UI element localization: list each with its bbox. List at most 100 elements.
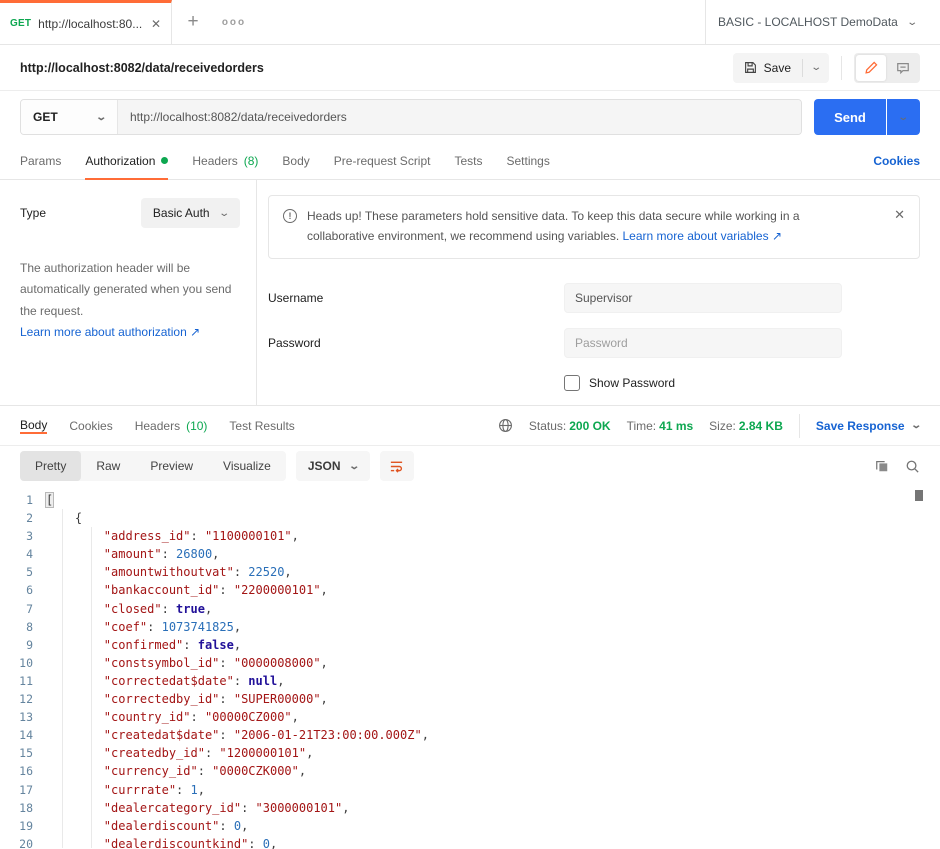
code-line: 1[ — [0, 491, 940, 509]
size-badge: Size:2.84 KB — [709, 419, 783, 433]
alert-icon: ! — [283, 209, 297, 223]
format-dropdown[interactable]: JSON ⌄ — [296, 451, 370, 481]
tab-label: Params — [20, 154, 61, 168]
view-tab-raw[interactable]: Raw — [81, 451, 135, 481]
code-content: "closed": true, — [46, 600, 212, 618]
auth-type-column: Type Basic Auth ⌄ The authorization head… — [0, 180, 257, 405]
code-content: "bankaccount_id": "2200000101", — [46, 581, 328, 599]
line-number: 7 — [0, 600, 46, 618]
tab-pre-request-script[interactable]: Pre-request Script — [334, 143, 431, 179]
size-value: 2.84 KB — [739, 419, 783, 433]
code-content: "confirmed": false, — [46, 636, 241, 654]
edit-button[interactable] — [856, 55, 886, 81]
code-line: 15 "createdby_id": "1200000101", — [0, 744, 940, 762]
code-content: "correctedat$date": null, — [46, 672, 284, 690]
close-icon[interactable]: ✕ — [151, 17, 161, 31]
network-globe-icon[interactable] — [498, 418, 513, 433]
response-tab-body[interactable]: Body — [20, 418, 47, 434]
line-number: 20 — [0, 835, 46, 849]
send-options-button[interactable]: ⌄ — [887, 99, 920, 135]
view-tab-visualize[interactable]: Visualize — [208, 451, 286, 481]
search-icon[interactable] — [905, 459, 920, 474]
copy-icon[interactable] — [875, 459, 889, 473]
code-line: 19 "dealerdiscount": 0, — [0, 817, 940, 835]
line-number: 16 — [0, 762, 46, 780]
tab-params[interactable]: Params — [20, 143, 61, 179]
tab-headers[interactable]: Headers(8) — [192, 143, 258, 179]
tab-body[interactable]: Body — [282, 143, 309, 179]
save-response-label: Save Response — [816, 419, 905, 433]
link-label: Learn more about variables — [623, 229, 769, 243]
chevron-down-icon: ⌄ — [810, 62, 822, 73]
save-button[interactable]: Save — [733, 53, 802, 83]
cookies-link[interactable]: Cookies — [873, 143, 920, 179]
tab-settings[interactable]: Settings — [507, 143, 550, 179]
tab-label: Authorization — [85, 154, 155, 168]
edit-comment-toggle — [854, 53, 920, 83]
request-tabs: Params Authorization Headers(8) Body Pre-req… — [0, 143, 940, 180]
auth-form-column: ! Heads up! These parameters hold sensit… — [257, 180, 940, 405]
code-content: [ — [46, 491, 53, 509]
chevron-down-icon: ⌄ — [898, 112, 910, 123]
view-tab-preview[interactable]: Preview — [135, 451, 208, 481]
view-tab-pretty[interactable]: Pretty — [20, 451, 81, 481]
banner-close-icon[interactable]: ✕ — [894, 207, 905, 247]
code-line: 14 "createdat$date": "2006-01-21T23:00:0… — [0, 726, 940, 744]
method-dropdown[interactable]: GET ⌄ — [21, 100, 117, 134]
code-content: "correctedby_id": "SUPER00000", — [46, 690, 328, 708]
divider — [799, 414, 800, 438]
password-field[interactable] — [564, 328, 842, 358]
wrap-lines-button[interactable] — [380, 451, 414, 481]
authorization-panel: Type Basic Auth ⌄ The authorization head… — [0, 180, 940, 406]
new-tab-button[interactable]: + — [172, 0, 214, 44]
response-meta: Status:200 OK Time:41 ms Size:2.84 KB Sa… — [498, 414, 920, 438]
more-options-icon[interactable]: ooo — [214, 0, 254, 44]
time-value: 41 ms — [659, 419, 693, 433]
line-number: 19 — [0, 817, 46, 835]
tab-authorization[interactable]: Authorization — [85, 143, 168, 180]
request-tab[interactable]: GET http://localhost:80... ✕ — [0, 0, 172, 44]
code-line: 3 "address_id": "1100000101", — [0, 527, 940, 545]
indent-guide — [62, 509, 63, 848]
learn-more-variables-link[interactable]: Learn more about variables ↗ — [623, 229, 783, 243]
chevron-down-icon: ⌄ — [906, 17, 918, 28]
line-number: 13 — [0, 708, 46, 726]
scrollbar-thumb[interactable] — [915, 490, 923, 501]
line-number: 5 — [0, 563, 46, 581]
response-tab-headers[interactable]: Headers(10) — [135, 419, 208, 433]
line-number: 11 — [0, 672, 46, 690]
code-content: { — [46, 509, 82, 527]
environment-selector[interactable]: BASIC - LOCALHOST DemoData ⌄ — [705, 0, 940, 44]
link-label: Learn more about authorization — [20, 325, 187, 339]
username-field[interactable] — [564, 283, 842, 313]
tab-label: Body — [20, 418, 47, 432]
sensitive-data-banner: ! Heads up! These parameters hold sensit… — [268, 195, 920, 259]
response-tab-test-results[interactable]: Test Results — [229, 419, 294, 433]
save-options-button[interactable]: ⌄ — [803, 53, 829, 83]
send-button[interactable]: Send — [814, 99, 886, 135]
learn-more-authorization-link[interactable]: Learn more about authorization ↗ — [20, 325, 240, 339]
tab-label: Cookies — [69, 419, 112, 433]
response-tab-cookies[interactable]: Cookies — [69, 419, 112, 433]
save-response-button[interactable]: Save Response⌄ — [816, 419, 920, 433]
indent-guide — [91, 527, 92, 848]
url-container: GET ⌄ — [20, 99, 802, 135]
wrap-text-icon — [389, 459, 404, 474]
tab-tests[interactable]: Tests — [454, 143, 482, 179]
show-password-checkbox[interactable] — [564, 375, 580, 391]
comment-button[interactable] — [888, 55, 918, 81]
code-line: 13 "country_id": "00000CZ000", — [0, 708, 940, 726]
send-button-label: Send — [834, 110, 866, 125]
response-body-editor[interactable]: 1[2 {3 "address_id": "1100000101",4 "amo… — [0, 486, 940, 848]
tab-label: Body — [282, 154, 309, 168]
code-content: "currency_id": "0000CZK000", — [46, 762, 306, 780]
auth-type-dropdown[interactable]: Basic Auth ⌄ — [141, 198, 240, 228]
auth-type-value: Basic Auth — [153, 206, 210, 220]
code-line: 16 "currency_id": "0000CZK000", — [0, 762, 940, 780]
code-line: 6 "bankaccount_id": "2200000101", — [0, 581, 940, 599]
url-input[interactable] — [118, 100, 801, 134]
environment-name: BASIC - LOCALHOST DemoData — [718, 15, 900, 29]
pencil-icon — [865, 61, 878, 74]
code-content: "dealerdiscountkind": 0, — [46, 835, 277, 849]
save-button-label: Save — [764, 61, 791, 75]
